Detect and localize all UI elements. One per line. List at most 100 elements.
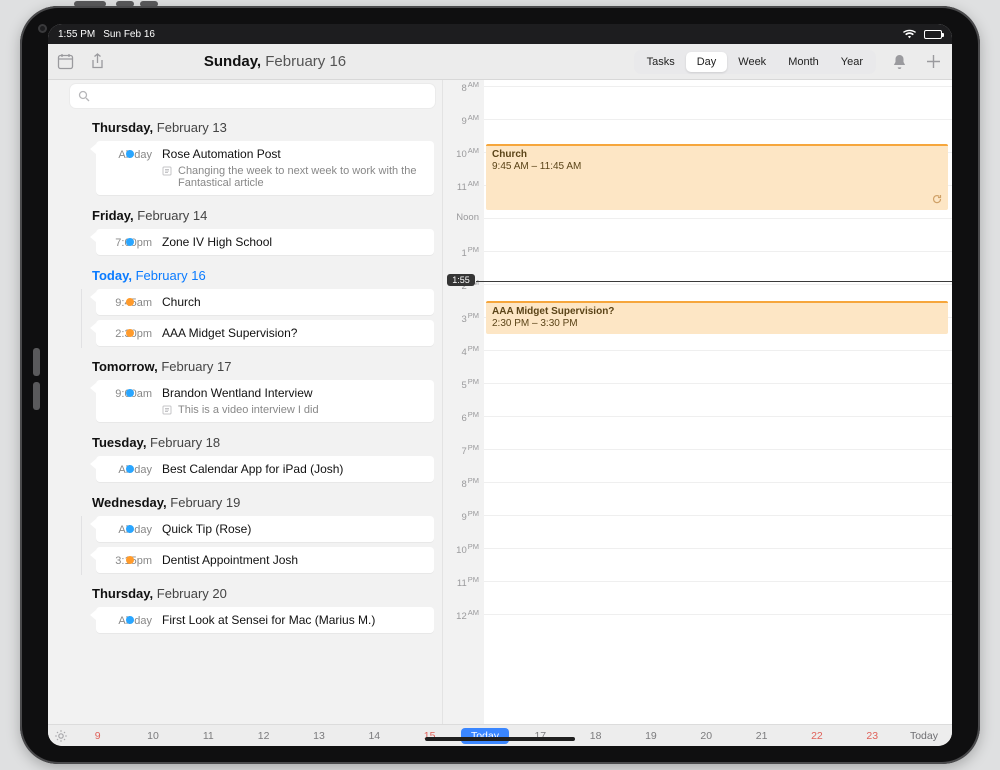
day-header: Friday, February 14 (48, 200, 442, 229)
mini-day[interactable]: 10 (125, 730, 180, 742)
calendar-dot (126, 556, 134, 564)
event-card[interactable]: All-dayBest Calendar App for iPad (Josh) (96, 456, 434, 482)
hour-row: 8PM (443, 482, 952, 515)
mini-day[interactable]: 22 (789, 730, 844, 742)
event-title: Best Calendar App for iPad (Josh) (162, 462, 424, 476)
event-title: Rose Automation Post (162, 147, 424, 161)
block-time: 2:30 PM – 3:30 PM (492, 318, 942, 329)
hour-row: Noon (443, 218, 952, 251)
add-icon[interactable] (924, 53, 942, 71)
refresh-icon (932, 194, 942, 207)
day-header: Today, February 16 (48, 260, 442, 289)
hw-port (40, 26, 45, 31)
calendar-dot (126, 298, 134, 306)
block-title: Church (492, 149, 942, 160)
view-month[interactable]: Month (777, 52, 830, 72)
bell-icon[interactable] (890, 53, 908, 71)
event-card[interactable]: All-dayQuick Tip (Rose) (96, 516, 434, 542)
calendar-dot (126, 150, 134, 158)
view-week[interactable]: Week (727, 52, 777, 72)
mini-day-today[interactable]: Today (461, 728, 509, 744)
hour-label: 11PM (443, 575, 484, 589)
event-card[interactable]: 7:00pmZone IV High School (96, 229, 434, 255)
calendar-dot (126, 465, 134, 473)
day-event-block[interactable]: Church9:45 AM – 11:45 AM (486, 144, 948, 210)
calendar-icon[interactable] (56, 53, 74, 71)
mini-day[interactable]: 20 (679, 730, 734, 742)
block-time: 9:45 AM – 11:45 AM (492, 161, 942, 172)
hour-label: 4PM (443, 344, 484, 358)
event-card[interactable]: 9:00amBrandon Wentland InterviewThis is … (96, 380, 434, 422)
event-card[interactable]: All-dayFirst Look at Sensei for Mac (Mar… (96, 607, 434, 633)
mini-day[interactable]: 21 (734, 730, 789, 742)
event-title: AAA Midget Supervision? (162, 326, 424, 340)
home-indicator[interactable] (425, 737, 575, 741)
status-bar: 1:55 PM Sun Feb 16 (48, 24, 952, 44)
mini-day[interactable]: 23 (845, 730, 900, 742)
statusbar-time: 1:55 PM (58, 29, 95, 40)
hw-side-button (33, 382, 40, 410)
event-title: Church (162, 295, 424, 309)
mini-day[interactable]: 18 (568, 730, 623, 742)
hour-label: 6PM (443, 410, 484, 424)
day-header: Tomorrow, February 17 (48, 351, 442, 380)
mini-day[interactable]: 11 (181, 730, 236, 742)
now-indicator-pill: 1:55 (447, 274, 475, 286)
ipad-frame: 1:55 PM Sun Feb 16 Sunday, Feb (20, 6, 980, 764)
search-input[interactable] (70, 84, 435, 108)
hour-row: 5PM (443, 383, 952, 416)
event-card[interactable]: 2:30pmAAA Midget Supervision? (96, 320, 434, 346)
view-year[interactable]: Year (830, 52, 874, 72)
day-header: Tuesday, February 18 (48, 427, 442, 456)
day-grid[interactable]: 8AM9AM10AM11AMNoon1PM2PM3PM4PM5PM6PM7PM8… (443, 80, 952, 724)
view-segmented-control[interactable]: TasksDayWeekMonthYear (634, 50, 876, 74)
event-card[interactable]: All-dayRose Automation PostChanging the … (96, 141, 434, 195)
gear-icon[interactable] (52, 729, 70, 743)
hour-row: 8AM (443, 86, 952, 119)
event-title: First Look at Sensei for Mac (Marius M.) (162, 613, 424, 627)
mini-day[interactable]: 12 (236, 730, 291, 742)
view-tasks[interactable]: Tasks (636, 52, 686, 72)
agenda-list[interactable]: Thursday, February 13All-dayRose Automat… (48, 112, 442, 724)
hour-label: 8PM (443, 476, 484, 490)
block-title: AAA Midget Supervision? (492, 306, 942, 317)
event-title: Brandon Wentland Interview (162, 386, 424, 400)
calendar-dot (126, 616, 134, 624)
hour-label: 3PM (443, 311, 484, 325)
wifi-icon (903, 29, 916, 39)
event-note: This is a video interview I did (162, 404, 424, 416)
calendar-dot (126, 238, 134, 246)
screen: 1:55 PM Sun Feb 16 Sunday, Feb (48, 24, 952, 746)
mini-day[interactable]: 19 (623, 730, 678, 742)
date-strip[interactable]: 9101112131415Today17181920212223 Today (48, 724, 952, 746)
event-card[interactable]: 3:15pmDentist Appointment Josh (96, 547, 434, 573)
mini-day[interactable]: 9 (70, 730, 125, 742)
battery-icon (924, 30, 942, 39)
day-header: Thursday, February 13 (48, 112, 442, 141)
event-title: Dentist Appointment Josh (162, 553, 424, 567)
hour-label: 9AM (443, 113, 484, 127)
hour-row: 9PM (443, 515, 952, 548)
view-day[interactable]: Day (686, 52, 728, 72)
statusbar-date: Sun Feb 16 (103, 29, 155, 40)
mini-day[interactable]: 14 (347, 730, 402, 742)
event-title: Zone IV High School (162, 235, 424, 249)
calendar-dot (126, 329, 134, 337)
search-field[interactable] (96, 89, 427, 103)
mini-day[interactable]: 13 (291, 730, 346, 742)
hour-row: 11PM (443, 581, 952, 614)
app-body: Thursday, February 13All-dayRose Automat… (48, 80, 952, 724)
hw-side-button (33, 348, 40, 376)
event-card[interactable]: 9:45amChurch (96, 289, 434, 315)
agenda-pane: Thursday, February 13All-dayRose Automat… (48, 80, 443, 724)
today-button[interactable]: Today (900, 730, 948, 742)
hour-label: 7PM (443, 443, 484, 457)
app-header: Sunday, February 16 TasksDayWeekMonthYea… (48, 44, 952, 80)
day-header: Thursday, February 20 (48, 578, 442, 607)
calendar-dot (126, 389, 134, 397)
hour-label: 11AM (443, 179, 484, 193)
day-event-block[interactable]: AAA Midget Supervision?2:30 PM – 3:30 PM (486, 301, 948, 334)
hour-row: 1PM (443, 251, 952, 284)
hour-row: 7PM (443, 449, 952, 482)
hour-row: 12AM (443, 614, 952, 647)
